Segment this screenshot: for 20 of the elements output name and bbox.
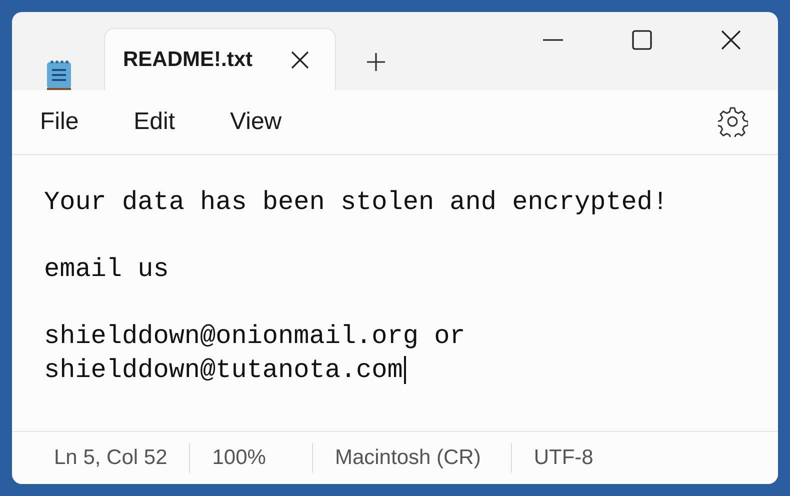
menu-item[interactable]: View — [230, 108, 282, 136]
status-text: Ln 5, Col 52 — [54, 446, 168, 470]
status-text: UTF-8 — [534, 446, 594, 470]
maximize-icon[interactable] — [632, 30, 652, 50]
notepad-icon — [46, 59, 72, 93]
menu-item[interactable]: Edit — [134, 108, 176, 136]
text-line: email us — [44, 253, 169, 286]
menu-item[interactable]: File — [40, 108, 79, 136]
close-tab-icon[interactable] — [290, 50, 308, 68]
status-text: Macintosh (CR) — [334, 446, 481, 470]
text-line: shielddown@tutanota.com — [44, 353, 406, 387]
file-tab[interactable]: README!.txt — [104, 28, 336, 90]
status-text: 100% — [212, 446, 266, 470]
text-line: shielddown@onionmail.org or — [44, 320, 466, 353]
text-line: Your data has been stolen and encrypted! — [44, 186, 668, 219]
add-tab-icon[interactable] — [366, 52, 386, 72]
settings-icon[interactable] — [718, 107, 748, 137]
text-cursor — [404, 356, 406, 384]
close-icon[interactable] — [721, 30, 741, 50]
minimize-icon[interactable] — [543, 38, 563, 42]
